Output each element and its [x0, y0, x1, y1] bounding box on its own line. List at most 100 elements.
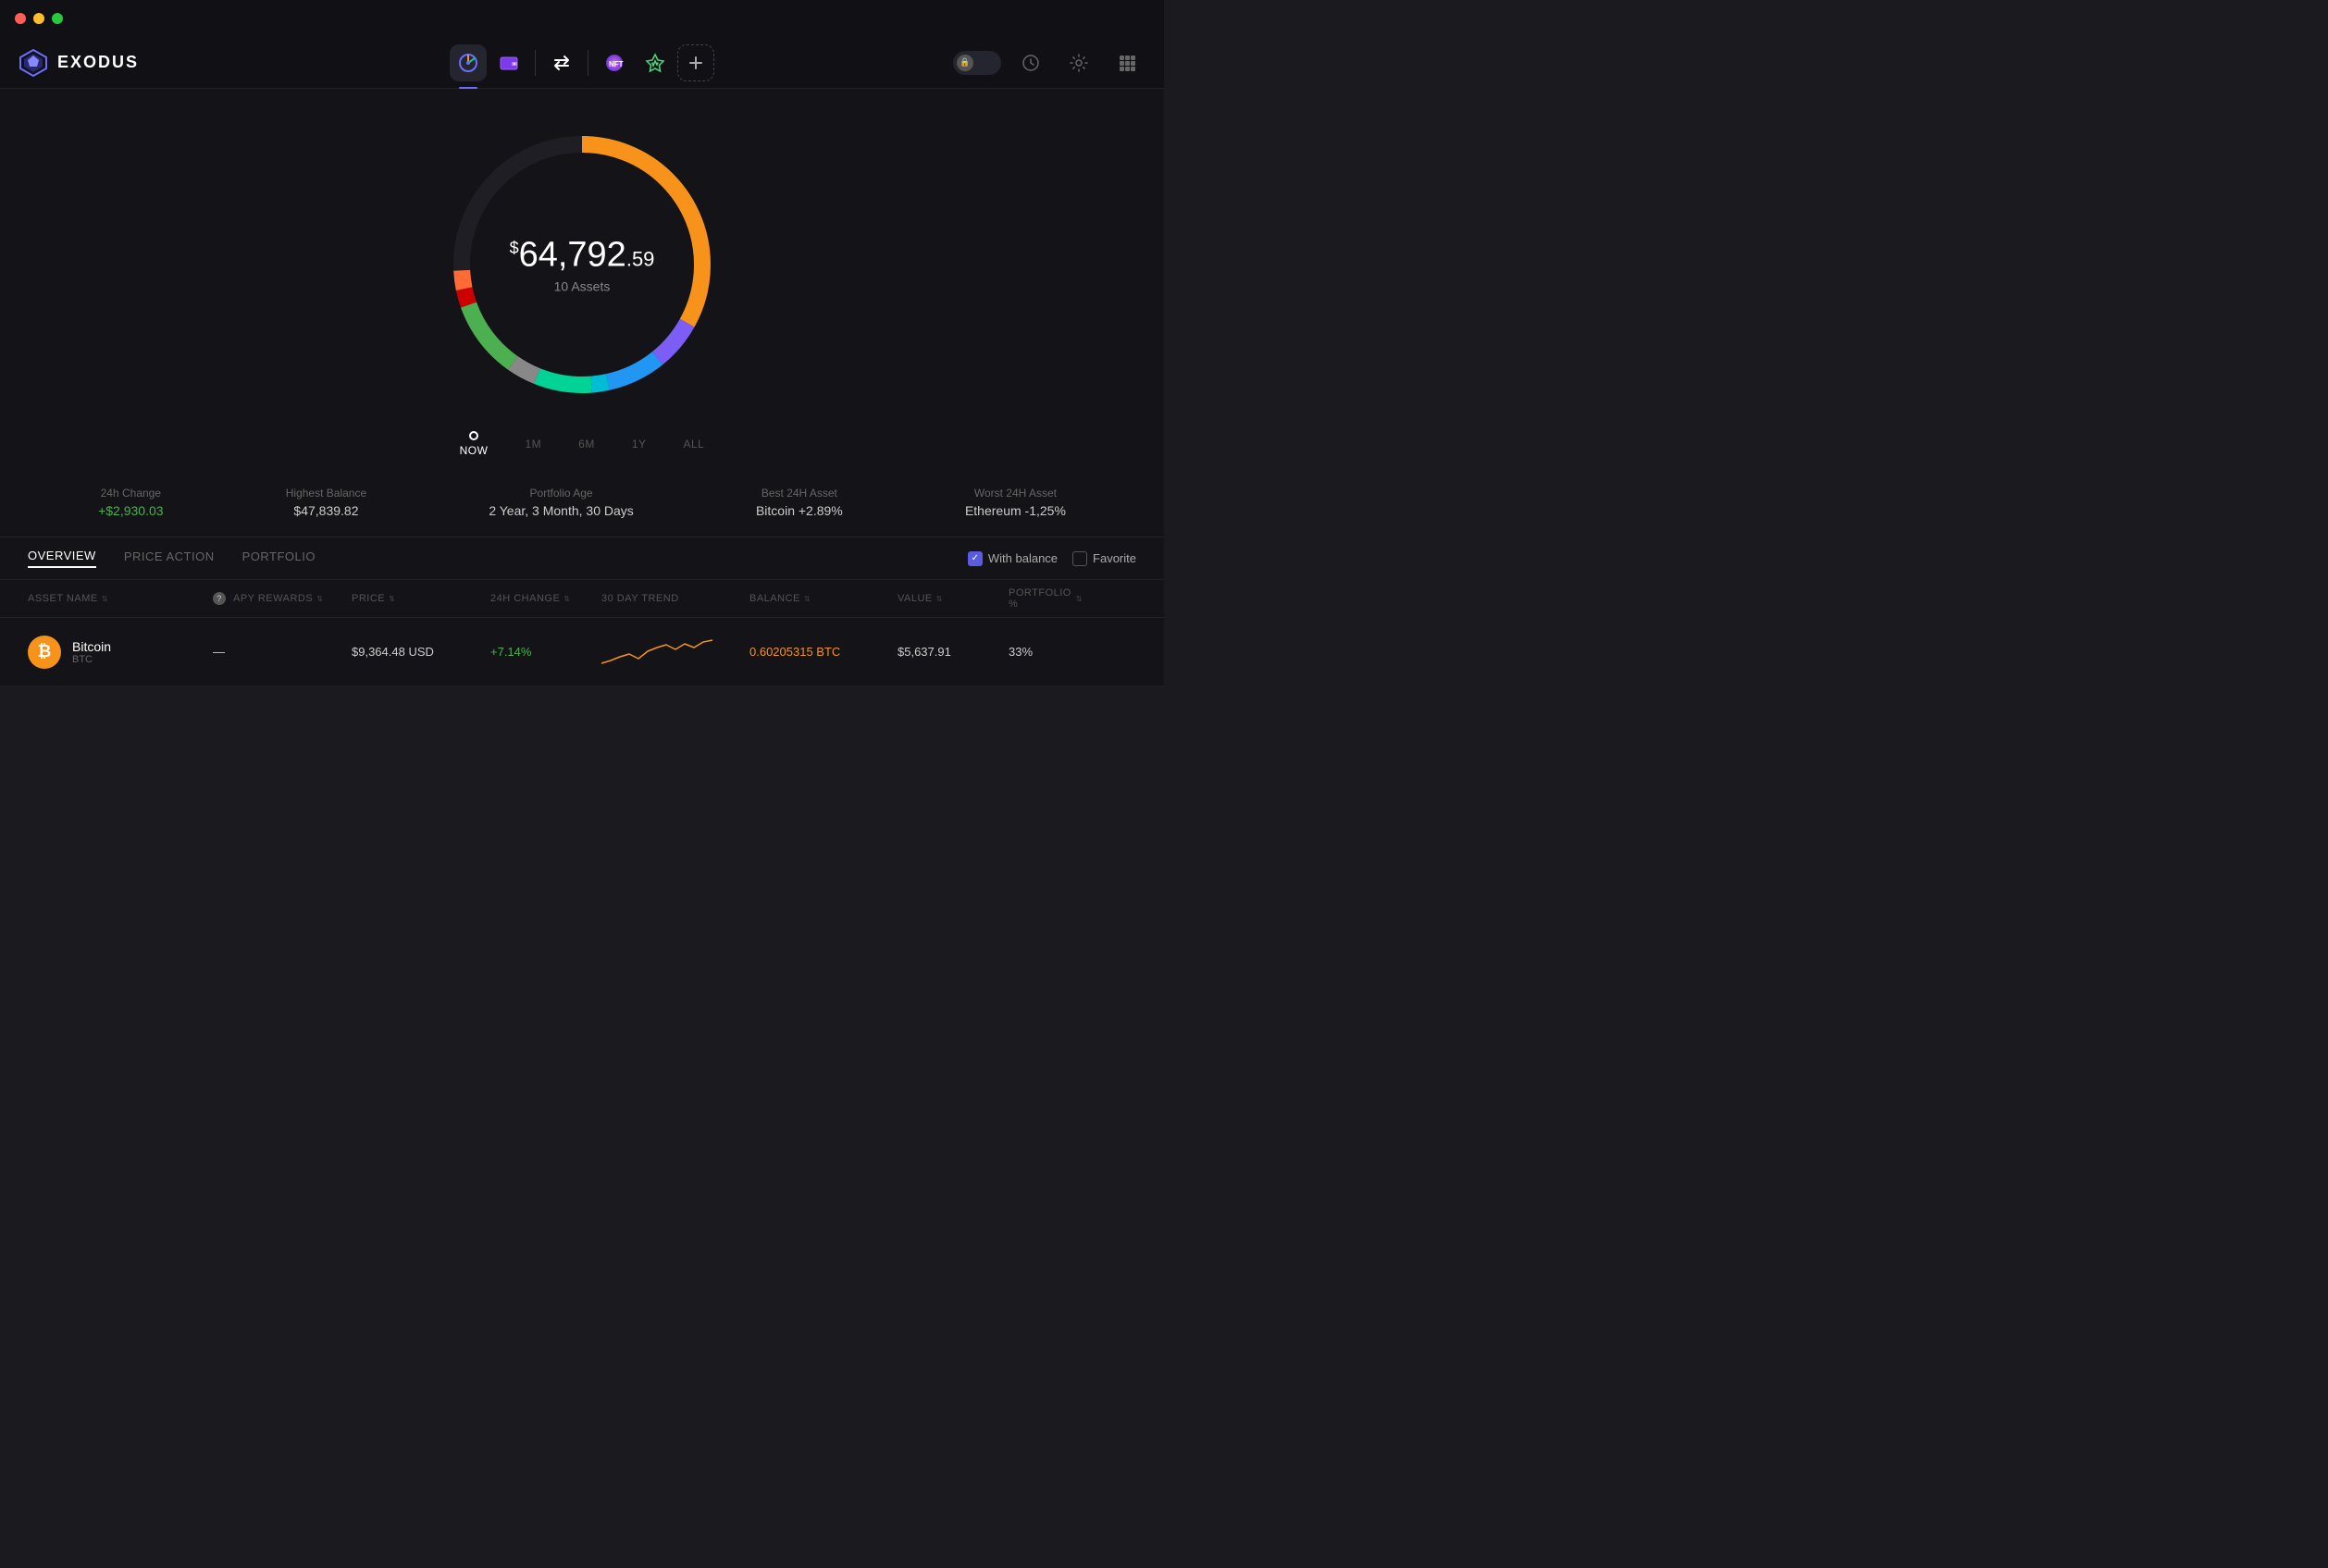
asset-name-cell: ₿ Bitcoin BTC	[28, 636, 213, 669]
apy-cell: —	[213, 645, 352, 659]
timeline-item-1y[interactable]: 1Y	[632, 438, 647, 451]
lock-icon: 🔒	[957, 55, 973, 71]
timeline-item-all[interactable]: ALL	[684, 438, 705, 451]
th-portfolio[interactable]: PORTFOLIO % ⇅	[1009, 587, 1083, 610]
lock-toggle[interactable]: 🔒	[953, 51, 1001, 75]
timeline-item-6m[interactable]: 6M	[578, 438, 595, 451]
stat-worst-asset: Worst 24H Asset Ethereum -1,25%	[965, 487, 1066, 518]
stat-24h-label: 24h Change	[98, 487, 163, 500]
table-header: ASSET NAME ⇅ ? APY REWARDS ⇅ PRICE ⇅ 24H…	[0, 580, 1164, 618]
stat-highest-label: Highest Balance	[286, 487, 366, 500]
stats-row: 24h Change +$2,930.03 Highest Balance $4…	[0, 475, 1164, 537]
exchange-icon	[551, 53, 572, 73]
asset-table: ASSET NAME ⇅ ? APY REWARDS ⇅ PRICE ⇅ 24H…	[0, 580, 1164, 686]
stat-worst-value: Ethereum -1,25%	[965, 503, 1066, 518]
main-content: $64,792.59 10 Assets NOW 1M 6M 1Y ALL 24…	[0, 89, 1164, 686]
favorite-checkbox[interactable]	[1072, 551, 1087, 566]
timeline-item-1m[interactable]: 1M	[525, 438, 541, 451]
with-balance-label: With balance	[988, 551, 1058, 565]
sort-change-icon: ⇅	[563, 595, 570, 603]
sort-portfolio-icon: ⇅	[1076, 595, 1083, 603]
tab-portfolio[interactable]: PORTFOLIO	[242, 549, 316, 567]
nav-wallet-button[interactable]	[490, 44, 527, 81]
change-cell: +7.14%	[490, 645, 601, 659]
nav-earn-button[interactable]	[637, 44, 674, 81]
with-balance-checkbox[interactable]: ✓	[968, 551, 983, 566]
th-price[interactable]: PRICE ⇅	[352, 593, 490, 604]
donut-center: $64,792.59 10 Assets	[510, 236, 655, 294]
dollar-sign: $	[510, 239, 519, 257]
timeline-item-now[interactable]: NOW	[460, 444, 489, 457]
sort-price-icon: ⇅	[389, 595, 395, 603]
svg-text:NFT: NFT	[609, 60, 624, 68]
minimize-button[interactable]	[33, 13, 44, 24]
timeline: NOW 1M 6M 1Y ALL	[460, 422, 705, 466]
grid-icon	[1117, 53, 1137, 73]
trend-cell	[601, 631, 749, 673]
with-balance-filter[interactable]: ✓ With balance	[968, 551, 1058, 566]
th-value[interactable]: VALUE ⇅	[898, 593, 1009, 604]
value-cell: $5,637.91	[898, 645, 1009, 659]
stat-age-value: 2 Year, 3 Month, 30 Days	[489, 503, 633, 518]
portfolio-assets-count: 10 Assets	[510, 279, 655, 294]
logo: EXODUS	[19, 48, 139, 78]
sort-balance-icon: ⇅	[804, 595, 811, 603]
stat-best-label: Best 24H Asset	[756, 487, 843, 500]
stat-24h-value: +$2,930.03	[98, 503, 163, 518]
stat-worst-label: Worst 24H Asset	[965, 487, 1066, 500]
price-cell: $9,364.48 USD	[352, 645, 490, 659]
portfolio-amount: $64,792.59	[510, 236, 655, 276]
portfolio-cell: 33%	[1009, 645, 1083, 659]
exodus-logo-icon	[19, 48, 48, 78]
table-row[interactable]: ₿ Bitcoin BTC — $9,364.48 USD +7.14% 0.6…	[0, 618, 1164, 686]
tab-price-action[interactable]: PRICE ACTION	[124, 549, 215, 567]
favorite-filter[interactable]: Favorite	[1072, 551, 1136, 566]
settings-button[interactable]	[1060, 44, 1097, 81]
stat-highest-value: $47,839.82	[286, 503, 366, 518]
btc-icon: ₿	[28, 636, 61, 669]
nav-add-button[interactable]	[677, 44, 714, 81]
th-change[interactable]: 24H CHANGE ⇅	[490, 593, 601, 604]
stat-highest-balance: Highest Balance $47,839.82	[286, 487, 366, 518]
nft-icon: NFT	[604, 53, 625, 73]
portfolio-section: $64,792.59 10 Assets NOW 1M 6M 1Y ALL	[0, 89, 1164, 475]
nav-divider	[535, 50, 536, 76]
portfolio-icon	[458, 53, 478, 73]
th-apy[interactable]: ? APY REWARDS ⇅	[213, 592, 352, 605]
stat-24h-change: 24h Change +$2,930.03	[98, 487, 163, 518]
timeline-now[interactable]: NOW	[460, 431, 489, 457]
nav-right: 🔒	[953, 44, 1145, 81]
nav-center: NFT	[450, 44, 714, 81]
nav-exchange-button[interactable]	[543, 44, 580, 81]
nav-portfolio-button[interactable]	[450, 44, 487, 81]
earn-icon	[645, 53, 665, 73]
history-icon	[1021, 53, 1041, 73]
grid-button[interactable]	[1108, 44, 1145, 81]
tabs-right: ✓ With balance Favorite	[968, 551, 1136, 566]
asset-info: Bitcoin BTC	[72, 639, 111, 665]
asset-ticker: BTC	[72, 654, 111, 665]
sort-value-icon: ⇅	[936, 595, 943, 603]
close-button[interactable]	[15, 13, 26, 24]
stat-best-asset: Best 24H Asset Bitcoin +2.89%	[756, 487, 843, 518]
top-nav: EXODUS	[0, 37, 1164, 89]
maximize-button[interactable]	[52, 13, 63, 24]
stat-age-label: Portfolio Age	[489, 487, 633, 500]
balance-cell: 0.60205315 BTC	[749, 645, 898, 659]
th-balance[interactable]: BALANCE ⇅	[749, 593, 898, 604]
apy-help-icon: ?	[213, 592, 226, 605]
sort-name-icon: ⇅	[102, 595, 108, 603]
titlebar	[0, 0, 1164, 37]
tab-overview[interactable]: OVERVIEW	[28, 549, 96, 568]
th-trend: 30 DAY TREND	[601, 593, 749, 604]
settings-icon	[1069, 53, 1089, 73]
donut-chart: $64,792.59 10 Assets	[434, 117, 730, 413]
nav-nft-button[interactable]: NFT	[596, 44, 633, 81]
th-asset-name[interactable]: ASSET NAME ⇅	[28, 593, 213, 604]
sort-apy-icon: ⇅	[316, 595, 323, 603]
stat-portfolio-age: Portfolio Age 2 Year, 3 Month, 30 Days	[489, 487, 633, 518]
history-button[interactable]	[1012, 44, 1049, 81]
wallet-icon	[499, 53, 519, 73]
favorite-label: Favorite	[1093, 551, 1136, 565]
sparkline-svg	[601, 631, 712, 668]
